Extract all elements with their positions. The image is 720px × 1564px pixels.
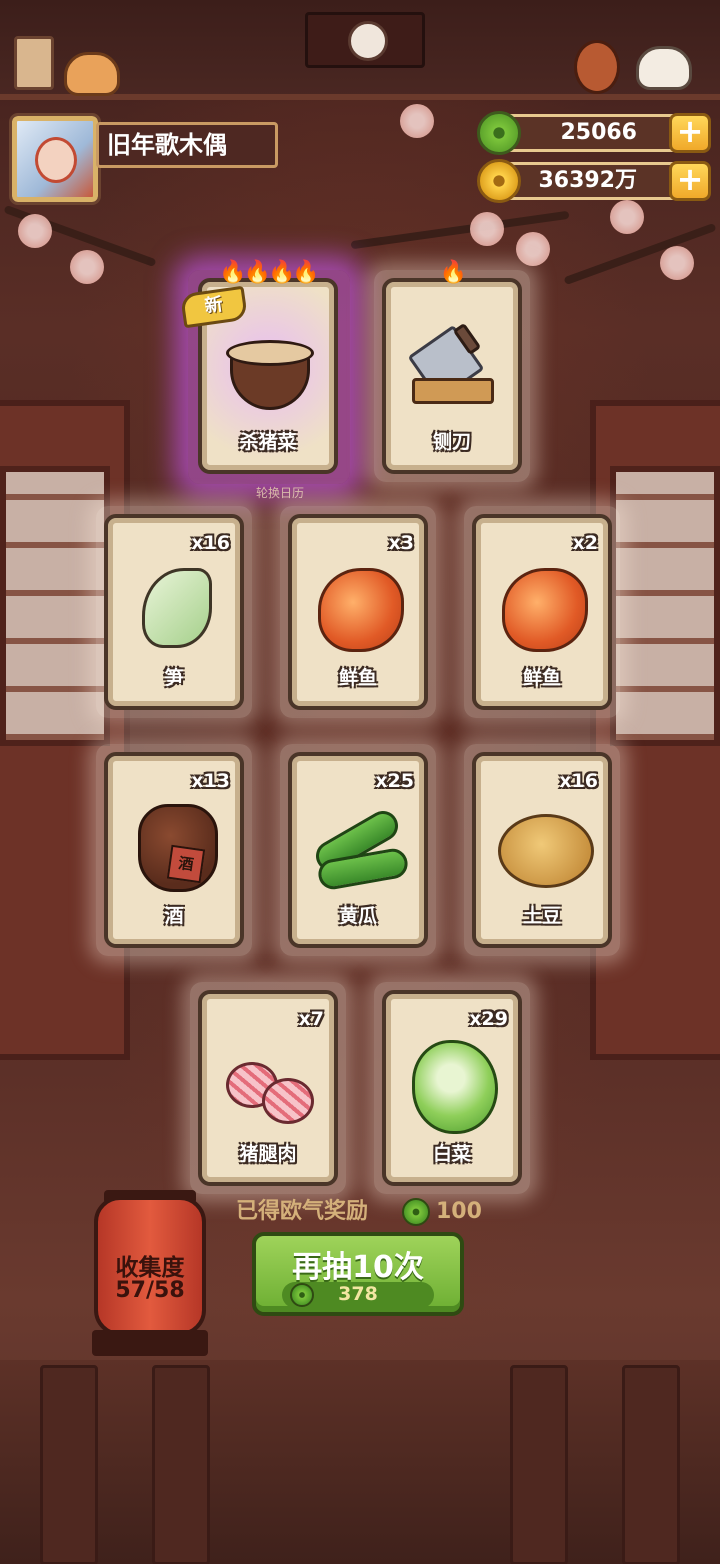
card-label: 土豆 (522, 905, 561, 927)
fish-shape (318, 568, 404, 652)
blossom (516, 232, 550, 266)
reward-card[interactable]: x3 鲜鱼 (288, 514, 428, 710)
block-shape (412, 378, 494, 404)
card-count: x13 (191, 770, 230, 792)
card-label: 笋 (164, 667, 184, 689)
fish-icon (496, 558, 590, 658)
bamboo-shape (142, 568, 212, 648)
pork-leg-icon (222, 1034, 316, 1134)
blossom (400, 104, 434, 138)
fish-icon (312, 558, 406, 658)
card-label: 铡刀 (432, 431, 471, 453)
fence-post (622, 1365, 680, 1564)
reward-card[interactable]: x2 鲜鱼 (472, 514, 612, 710)
card-count: x16 (191, 532, 230, 554)
hint-text: 轮换日历 (255, 486, 304, 500)
card-count: x2 (572, 532, 598, 554)
flame-rating: 🔥🔥🔥🔥 (219, 260, 320, 285)
reward-card[interactable]: x29 白菜 (382, 990, 522, 1186)
collection-title: 收集度 (115, 1255, 185, 1281)
card-count: x29 (469, 1008, 508, 1030)
jar-label: 酒 (166, 844, 206, 884)
draw-label: 再抽10次 (292, 1250, 424, 1285)
blossom (70, 250, 104, 284)
right-window (590, 400, 720, 1060)
window-pane (0, 466, 110, 746)
bamboo-shoot-icon (128, 558, 222, 658)
lantern-base (92, 1330, 208, 1356)
card-label: 猪腿肉 (239, 1143, 297, 1165)
meat-shape (262, 1078, 314, 1124)
pot-top-shape (226, 340, 314, 366)
wine-jar-icon: 酒 (128, 796, 222, 896)
card-label: 鲜鱼 (338, 667, 377, 689)
add-jade-button[interactable]: + (669, 113, 711, 153)
potato-shape (498, 814, 594, 888)
floor (0, 1360, 720, 1564)
card-count: x25 (375, 770, 414, 792)
potato-icon (496, 796, 594, 896)
reward-card[interactable]: x7 猪腿肉 (198, 990, 338, 1186)
fish-shape (502, 568, 588, 652)
player-avatar[interactable] (9, 113, 101, 205)
add-coin-button[interactable]: + (669, 161, 711, 201)
blossom (470, 212, 504, 246)
fence-post (510, 1365, 568, 1564)
reward-card[interactable]: x25 黄瓜 (288, 752, 428, 948)
fence-post (40, 1365, 98, 1564)
jade-amount: 25066 (560, 120, 637, 145)
cabbage-icon (406, 1034, 500, 1134)
card-label: 杀猪菜 (239, 431, 297, 453)
card-label: 酒 (164, 905, 184, 927)
reward-card-cleaver[interactable]: 🔥 铡刀 (382, 260, 522, 474)
pork-stew-icon (222, 322, 316, 422)
child-character-icon (574, 40, 620, 94)
left-window (0, 400, 130, 1060)
elder-portrait-icon (348, 21, 388, 61)
coin-counter: 36392万 + (477, 159, 711, 203)
card-count: x16 (559, 770, 598, 792)
reward-card[interactable]: x16 土豆 (472, 752, 612, 948)
reward-card[interactable]: x16 笋 (104, 514, 244, 710)
reward-label: 已得欧气奖励 (236, 1199, 369, 1224)
card-label: 鲜鱼 (522, 667, 561, 689)
coin-amount: 36392万 (538, 168, 637, 193)
card-count: x3 (388, 532, 414, 554)
jade-icon (477, 111, 521, 155)
reward-card[interactable]: x13 酒 酒 (104, 752, 244, 948)
scroll-icon[interactable] (14, 36, 54, 90)
blossom (610, 200, 644, 234)
reward-card-pork-stew[interactable]: 🔥🔥🔥🔥 新 杀猪菜 (179, 260, 338, 474)
window-pane (610, 466, 720, 746)
cleaver-icon (406, 322, 500, 422)
collection-value: 57/58 (115, 1278, 185, 1303)
avatar-face (35, 137, 77, 183)
jade-icon (402, 1198, 430, 1226)
blossom (18, 214, 52, 248)
reward-value: 100 (436, 1199, 482, 1224)
cucumber-icon (310, 796, 410, 896)
collection-lantern[interactable]: 收集度 57/58 (94, 1196, 206, 1336)
flame-rating: 🔥 (439, 260, 467, 285)
card-count: x7 (298, 1008, 324, 1030)
cabbage-shape (412, 1040, 498, 1134)
coin-icon (477, 159, 521, 203)
portrait-banner (305, 12, 425, 68)
blossom (660, 246, 694, 280)
card-label: 白菜 (432, 1143, 471, 1165)
draw-again-button[interactable]: 再抽10次 378 (252, 1232, 464, 1316)
tabby-cat-icon (64, 52, 120, 96)
white-cat-icon (636, 46, 692, 90)
jar-shape: 酒 (138, 804, 218, 892)
fence-post (152, 1365, 210, 1564)
player-name: 旧年歌木偶 (96, 122, 278, 168)
draw-cost: 378 (338, 1283, 378, 1305)
jade-counter: 25066 + (477, 111, 711, 155)
card-label: 黄瓜 (338, 905, 377, 927)
